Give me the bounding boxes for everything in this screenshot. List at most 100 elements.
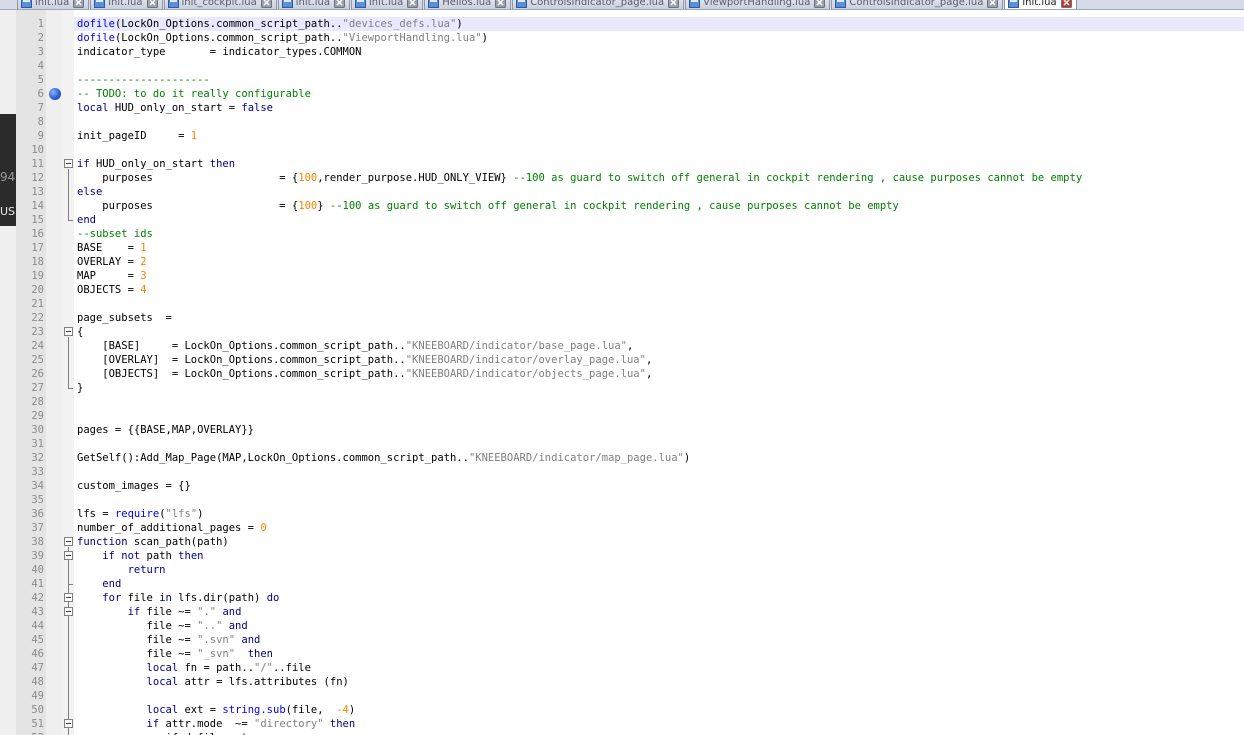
close-icon[interactable] bbox=[987, 0, 999, 8]
bookmark-margin[interactable] bbox=[46, 10, 62, 735]
code-line[interactable]: OBJECTS = 4 bbox=[77, 283, 147, 297]
code-line[interactable]: if file ~= "." and bbox=[77, 605, 242, 619]
tab-7[interactable]: ControlsIndicator_page.lua bbox=[512, 0, 685, 9]
fold-toggle-icon[interactable] bbox=[64, 159, 73, 168]
fold-toggle-icon[interactable] bbox=[64, 593, 73, 602]
close-icon[interactable] bbox=[146, 0, 158, 8]
code-line[interactable]: local fn = path.."/"..file bbox=[77, 661, 311, 675]
code-line[interactable]: OVERLAY = 2 bbox=[77, 255, 147, 269]
close-icon[interactable] bbox=[73, 0, 85, 8]
line-number: 19 bbox=[31, 270, 44, 282]
line-number: 23 bbox=[31, 326, 44, 338]
close-icon[interactable] bbox=[814, 0, 826, 8]
line-number: 26 bbox=[31, 368, 44, 380]
code-line[interactable]: end bbox=[77, 213, 96, 227]
fold-toggle-icon[interactable] bbox=[64, 551, 73, 560]
code-token: 1 bbox=[140, 242, 147, 254]
tab-label: init.lua bbox=[108, 0, 143, 8]
code-editor[interactable]: 1 2 3 4 5 6 7 8 9 10 11 12 13 14 15 16 17 18 19 20 21 22 23 24 2… bbox=[16, 10, 1244, 735]
code-line[interactable]: local ext = string.sub(file, -4) bbox=[77, 703, 356, 717]
line-number: 22 bbox=[31, 312, 44, 324]
code-token: return bbox=[127, 564, 166, 576]
code-line[interactable]: file ~= ".svn" and bbox=[77, 633, 261, 647]
code-line[interactable]: if attr.mode ~= "directory" then bbox=[77, 717, 356, 731]
code-line[interactable]: lfs = require("lfs") bbox=[77, 507, 203, 521]
code-line[interactable]: else bbox=[77, 185, 102, 199]
tab-6[interactable]: Helios.lua bbox=[424, 0, 512, 9]
code-token: pages = {{BASE,MAP,OVERLAY}} bbox=[77, 424, 255, 436]
line-number: 51 bbox=[31, 718, 44, 730]
code-line[interactable]: purposes = {100,render_purpose.HUD_ONLY_… bbox=[77, 171, 1082, 185]
code-line[interactable]: init_pageID = 1 bbox=[77, 129, 197, 143]
code-token: lfs = bbox=[77, 508, 115, 520]
close-icon[interactable] bbox=[260, 0, 272, 8]
code-line[interactable]: { bbox=[77, 325, 83, 339]
code-line[interactable]: dofile(LockOn_Options.common_script_path… bbox=[77, 31, 488, 45]
code-line[interactable]: -- TODO: to do it really configurable bbox=[77, 87, 311, 101]
close-icon[interactable] bbox=[668, 0, 680, 8]
code-line[interactable]: pages = {{BASE,MAP,OVERLAY}} bbox=[77, 423, 254, 437]
code-line[interactable]: custom_images = {} bbox=[77, 479, 191, 493]
close-icon[interactable] bbox=[1060, 0, 1072, 8]
close-icon[interactable] bbox=[333, 0, 345, 8]
close-icon[interactable] bbox=[407, 0, 419, 8]
code-line[interactable]: MAP = 3 bbox=[77, 269, 147, 283]
code-line[interactable]: --subset ids bbox=[77, 227, 153, 241]
fold-toggle-icon[interactable] bbox=[64, 607, 73, 616]
code-line[interactable]: [OBJECTS] = LockOn_Options.common_script… bbox=[77, 367, 652, 381]
fold-toggle-icon[interactable] bbox=[64, 537, 73, 546]
code-line[interactable]: purposes = {100} --100 as guard to switc… bbox=[77, 199, 899, 213]
tab-bar: init.lua init.lua init_cockpit.lua init.lua… bbox=[0, 0, 1244, 10]
tab-3[interactable]: init_cockpit.lua bbox=[163, 0, 277, 9]
fold-toggle-icon[interactable] bbox=[64, 327, 73, 336]
code-token: "KNEEBOARD/indicator/objects_page.lua" bbox=[405, 368, 646, 380]
tab-5[interactable]: init.lua bbox=[350, 0, 424, 9]
line-number: 39 bbox=[31, 550, 44, 562]
code-line[interactable]: end bbox=[77, 577, 121, 591]
line-number: 20 bbox=[31, 284, 44, 296]
code-line[interactable]: return bbox=[77, 563, 166, 577]
code-line[interactable]: [OVERLAY] = LockOn_Options.common_script… bbox=[77, 353, 652, 367]
code-line[interactable]: indicator_type = indicator_types.COMMON bbox=[77, 45, 361, 59]
code-token: 100 bbox=[298, 200, 318, 212]
code-token: dofile bbox=[77, 32, 115, 44]
code-line[interactable]: [BASE] = LockOn_Options.common_script_pa… bbox=[77, 339, 633, 353]
code-line[interactable]: GetSelf():Add_Map_Page(MAP,LockOn_Option… bbox=[77, 451, 690, 465]
code-line[interactable]: } bbox=[77, 381, 83, 395]
file-icon bbox=[516, 0, 528, 8]
code-token: OVERLAY = bbox=[77, 256, 141, 268]
tab-1[interactable]: init.lua bbox=[17, 0, 90, 9]
line-number: 11 bbox=[31, 158, 44, 170]
code-line[interactable]: function scan_path(path) bbox=[77, 535, 229, 549]
code-line[interactable]: BASE = 1 bbox=[77, 241, 147, 255]
code-line[interactable]: --------------------- bbox=[77, 73, 210, 87]
tab-8[interactable]: ViewportHandling.lua bbox=[685, 0, 831, 9]
tab-4[interactable]: init.lua bbox=[277, 0, 350, 9]
tab-10[interactable]: init.lua bbox=[1004, 0, 1077, 9]
code-token: BASE = bbox=[77, 242, 141, 254]
code-line[interactable]: dofile(LockOn_Options.common_script_path… bbox=[77, 17, 463, 31]
tab-9[interactable]: ControlsIndicator_page.lua bbox=[831, 0, 1004, 9]
line-number: 45 bbox=[31, 634, 44, 646]
tab-2[interactable]: init.lua bbox=[90, 0, 163, 9]
close-icon[interactable] bbox=[495, 0, 507, 8]
tab-label: init_cockpit.lua bbox=[181, 0, 257, 8]
code-token: ) bbox=[481, 32, 488, 44]
code-line[interactable]: number_of_additional_pages = 0 bbox=[77, 521, 267, 535]
code-line[interactable]: page_subsets = bbox=[77, 311, 172, 325]
code-line[interactable]: if dofile = true bbox=[77, 731, 267, 735]
bookmark-icon[interactable] bbox=[49, 88, 61, 100]
code-line[interactable]: file ~= "_svn" then bbox=[77, 647, 273, 661]
line-number-gutter[interactable]: 1 2 3 4 5 6 7 8 9 10 11 12 13 14 15 16 17 18 19 20 21 22 23 24 2… bbox=[16, 10, 46, 735]
code-line[interactable]: local HUD_only_on_start = false bbox=[77, 101, 273, 115]
tab-label: init.lua bbox=[295, 0, 330, 8]
code-line[interactable]: if not path then bbox=[77, 549, 203, 563]
code-line[interactable]: for file in lfs.dir(path) do bbox=[77, 591, 279, 605]
code-line[interactable]: if HUD_only_on_start then bbox=[77, 157, 235, 171]
code-line[interactable]: file ~= ".." and bbox=[77, 619, 248, 633]
code-line[interactable]: local attr = lfs.attributes (fn) bbox=[77, 675, 349, 689]
fold-guide bbox=[68, 169, 69, 220]
code-token: ext = bbox=[178, 704, 223, 716]
fold-toggle-icon[interactable] bbox=[64, 719, 73, 728]
